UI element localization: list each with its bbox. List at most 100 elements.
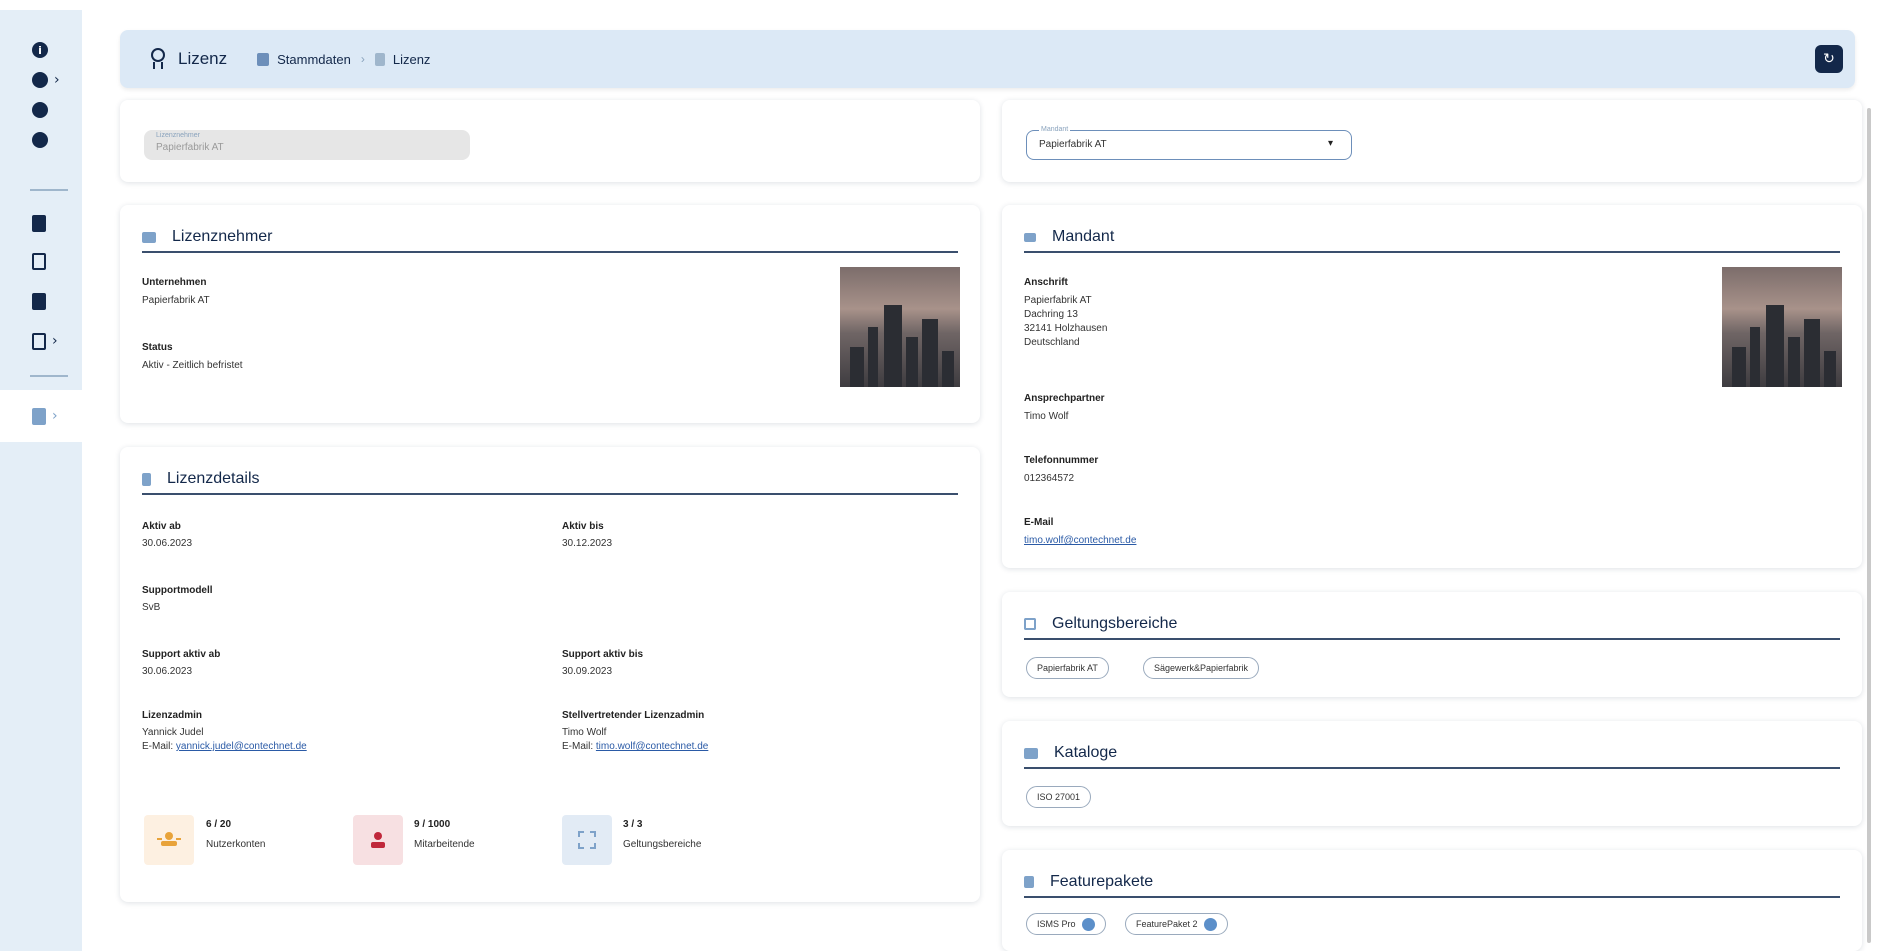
license-icon	[32, 407, 46, 425]
briefcase-icon	[32, 252, 46, 270]
mitarbeitende-count: 9 / 1000	[414, 819, 451, 830]
stv-lizenzadmin-name: Timo Wolf	[562, 727, 607, 738]
clipboard-icon	[32, 214, 46, 232]
anschrift-line: Papierfabrik AT	[1024, 295, 1092, 306]
aktiv-ab-value: 30.06.2023	[142, 538, 193, 549]
field-label: Mandant	[1039, 126, 1071, 133]
card-title: Kataloge	[1054, 744, 1118, 761]
sidebar-divider	[30, 375, 68, 377]
katalog-chip[interactable]: ISO 27001	[1026, 786, 1092, 808]
chip-label: ISMS Pro	[1037, 919, 1076, 929]
chevron-right-icon: ›	[52, 408, 58, 424]
sidebar-item-1[interactable]: i	[32, 37, 72, 63]
geltungsbereiche-label: Geltungsbereiche	[623, 839, 702, 850]
lizenznehmer-field: Lizenznehmer Papierfabrik AT	[144, 130, 470, 160]
user-group-icon	[144, 815, 194, 865]
lizenzadmin-email-link[interactable]: yannick.judel@contechnet.de	[176, 741, 307, 752]
person-icon	[353, 815, 403, 865]
mandant-dropdown[interactable]: Mandant Papierfabrik AT ▾	[1026, 126, 1352, 160]
geltungsbereiche-count: 3 / 3	[623, 819, 643, 830]
lizenzadmin-label: Lizenzadmin	[142, 710, 203, 721]
card-title: Lizenzdetails	[167, 470, 260, 487]
email-label: E-Mail	[1024, 517, 1054, 528]
document-icon	[32, 292, 46, 310]
mitarbeitende-label: Mitarbeitende	[414, 839, 475, 850]
card-header: Featurepakete	[1024, 868, 1840, 898]
chevron-down-icon: ▾	[1327, 138, 1333, 149]
aktiv-bis-label: Aktiv bis	[562, 521, 604, 532]
circle-expand-icon	[32, 72, 48, 88]
unternehmen-value: Papierfabrik AT	[142, 295, 210, 306]
sidebar-item-8[interactable]: ›	[32, 328, 72, 354]
sidebar: i › › ›	[0, 10, 82, 951]
sidebar-item-2[interactable]: ›	[32, 67, 72, 93]
geltungsbereich-chip[interactable]: Sägewerk&Papierfabrik	[1143, 657, 1260, 679]
card-header: Mandant	[1024, 223, 1840, 253]
status-label: Status	[142, 342, 173, 353]
featurepaket-chip[interactable]: FeaturePaket 2	[1125, 913, 1228, 935]
sidebar-divider	[30, 189, 68, 191]
supportmodell-value: SvB	[142, 602, 161, 613]
supportmodell-label: Supportmodell	[142, 585, 213, 596]
sidebar-item-license[interactable]: ›	[32, 403, 72, 429]
sidebar-item-5[interactable]	[32, 210, 72, 236]
license-icon	[374, 52, 385, 66]
scope-icon	[562, 815, 612, 865]
mandant-card: Mandant Anschrift Papierfabrik AT Dachri…	[1002, 205, 1862, 568]
ansprechpartner-value: Timo Wolf	[1024, 411, 1069, 422]
company-image	[840, 267, 960, 387]
chevron-right-icon: ›	[54, 72, 60, 88]
status-value: Aktiv - Zeitlich befristet	[142, 360, 243, 371]
lizenzdetails-card: Lizenzdetails Aktiv ab 30.06.2023 Aktiv …	[120, 447, 980, 902]
telefon-label: Telefonnummer	[1024, 455, 1099, 466]
card-title: Geltungsbereiche	[1052, 615, 1178, 632]
card-header: Lizenznehmer	[142, 223, 958, 253]
featurepaket-chip[interactable]: ISMS Pro	[1026, 913, 1106, 935]
support-ab-value: 30.06.2023	[142, 666, 193, 677]
card-header: Lizenzdetails	[142, 465, 958, 495]
lizenznehmer-select-card: Lizenznehmer Papierfabrik AT	[120, 100, 980, 182]
sidebar-item-4[interactable]	[32, 127, 72, 153]
license-icon	[142, 472, 151, 486]
sidebar-item-6[interactable]	[32, 248, 72, 274]
field-label: Lizenznehmer	[156, 132, 200, 139]
card-title: Mandant	[1052, 228, 1115, 245]
sidebar-item-3[interactable]	[32, 97, 72, 123]
card-header: Kataloge	[1024, 739, 1840, 769]
scope-icon	[1024, 618, 1036, 630]
card-title: Lizenznehmer	[172, 228, 273, 245]
scrollbar[interactable]	[1867, 108, 1871, 943]
mandant-image	[1722, 267, 1842, 387]
circle-icon	[32, 102, 48, 118]
support-ab-label: Support aktiv ab	[142, 649, 221, 660]
chevron-right-icon: ›	[52, 333, 58, 349]
id-card-icon	[142, 231, 156, 243]
geltungsbereich-chip[interactable]: Papierfabrik AT	[1026, 657, 1109, 679]
nutzerkonten-label: Nutzerkonten	[206, 839, 266, 850]
database-icon	[257, 52, 270, 66]
sidebar-item-7[interactable]	[32, 288, 72, 314]
info-icon[interactable]	[1203, 917, 1217, 931]
refresh-button[interactable]: ↻	[1815, 45, 1843, 73]
breadcrumb-lizenz[interactable]: Lizenz	[393, 52, 431, 67]
lizenznehmer-card: Lizenznehmer Unternehmen Papierfabrik AT…	[120, 205, 980, 423]
featurepakete-card: Featurepakete ISMS Pro FeaturePaket 2	[1002, 850, 1862, 951]
anschrift-line: Dachring 13	[1024, 309, 1078, 320]
stv-lizenzadmin-email-link[interactable]: timo.wolf@contechnet.de	[596, 741, 708, 752]
lizenzadmin-email: E-Mail: yannick.judel@contechnet.de	[142, 739, 307, 754]
email-prefix: E-Mail:	[142, 741, 174, 752]
info-circle-icon: i	[32, 42, 48, 58]
breadcrumb-stammdaten[interactable]: Stammdaten	[277, 52, 351, 67]
stv-lizenzadmin-email: E-Mail: timo.wolf@contechnet.de	[562, 739, 708, 754]
support-bis-label: Support aktiv bis	[562, 649, 644, 660]
medal-icon	[150, 48, 166, 70]
anschrift-label: Anschrift	[1024, 277, 1068, 288]
mandant-email-link[interactable]: timo.wolf@contechnet.de	[1024, 533, 1136, 548]
nutzerkonten-count: 6 / 20	[206, 819, 232, 830]
kataloge-card: Kataloge ISO 27001	[1002, 721, 1862, 826]
circle-icon	[32, 132, 48, 148]
breadcrumb: Stammdaten › Lizenz	[257, 52, 430, 67]
info-icon[interactable]	[1081, 917, 1095, 931]
geltungsbereiche-card: Geltungsbereiche Papierfabrik AT Sägewer…	[1002, 592, 1862, 697]
email-prefix: E-Mail:	[562, 741, 594, 752]
